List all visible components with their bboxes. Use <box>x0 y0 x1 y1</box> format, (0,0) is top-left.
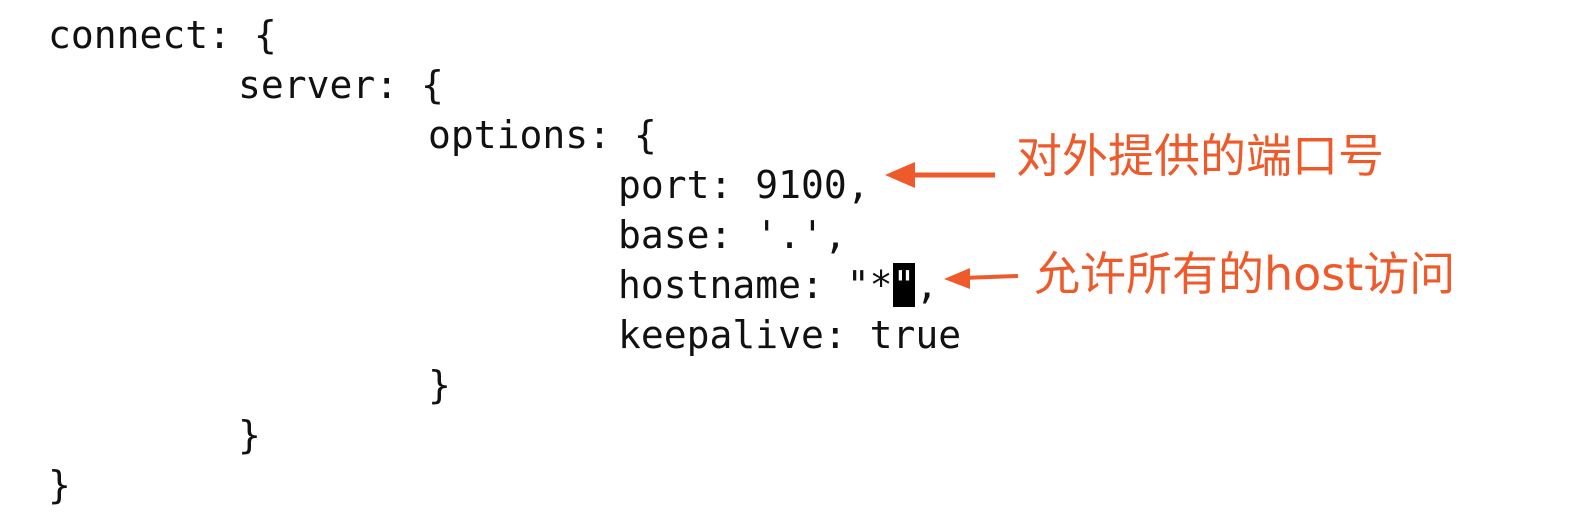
hostname-annotation: 允许所有的host访问 <box>1034 247 1456 301</box>
hostname-comma: , <box>915 263 939 307</box>
code-line-close-options: } <box>428 363 451 407</box>
code-line-base: base: '.', <box>618 213 847 257</box>
code-line-close-connect: } <box>48 463 71 507</box>
port-annotation: 对外提供的端口号 <box>1016 129 1384 183</box>
code-line-connect: connect: { <box>48 13 277 57</box>
code-line-close-server: } <box>238 413 261 457</box>
code-line-server: server: { <box>238 63 444 107</box>
hostname-text: hostname: "* <box>618 263 893 307</box>
code-line-options: options: { <box>428 113 657 157</box>
code-line-hostname: hostname: "*", <box>618 260 938 310</box>
code-line-port: port: 9100, <box>618 163 870 207</box>
code-line-keepalive: keepalive: true <box>618 313 962 357</box>
text-cursor: " <box>892 263 916 307</box>
